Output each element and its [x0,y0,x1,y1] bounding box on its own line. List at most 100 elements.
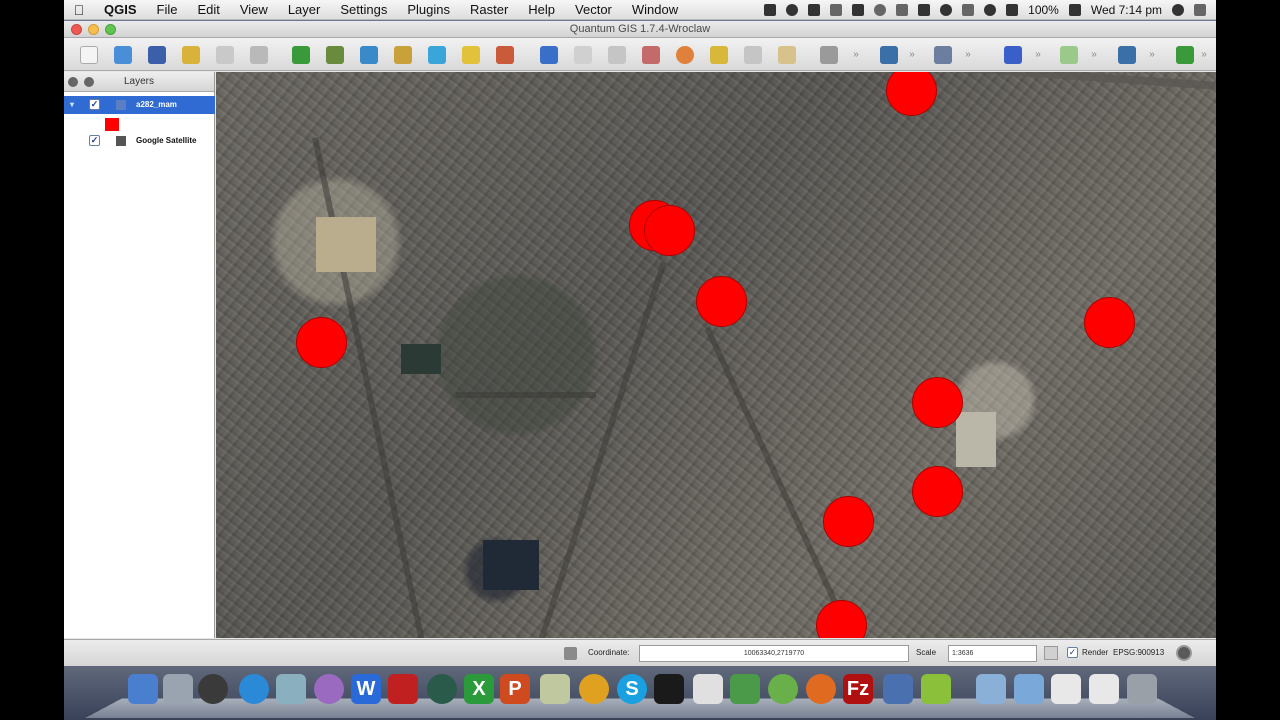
copy-features-icon[interactable] [744,46,762,64]
print-icon[interactable] [250,46,268,64]
menu-file[interactable]: File [147,2,188,17]
evernote-icon[interactable] [808,3,821,16]
print-composer-icon[interactable] [216,46,234,64]
map-point-marker[interactable] [296,317,347,368]
map-point-marker[interactable] [886,72,937,116]
stack-icon[interactable] [1051,674,1081,704]
add-vector-layer-icon[interactable] [292,46,310,64]
trash-icon[interactable] [1127,674,1157,704]
scale-field[interactable]: 1:3636 [948,645,1037,662]
toolbar-overflow-icon[interactable]: » [1200,48,1208,62]
zoom-window-button[interactable] [105,24,116,35]
filezilla-icon[interactable]: Fz [843,674,873,704]
notification-icon[interactable] [852,3,865,16]
render-checkbox[interactable]: ✓ [1067,647,1078,658]
map-point-marker[interactable] [1084,297,1135,348]
menu-plugins[interactable]: Plugins [397,2,460,17]
stack-icon[interactable] [1089,674,1119,704]
toolbar-overflow-icon[interactable]: » [1090,48,1098,62]
chrome-icon[interactable] [579,674,609,704]
textedit-icon[interactable] [693,674,723,704]
battery-icon[interactable] [1068,3,1081,16]
volume-icon[interactable] [1006,3,1019,16]
skype-icon[interactable]: S [617,674,647,704]
menu-help[interactable]: Help [518,2,565,17]
photo-icon[interactable] [276,674,306,704]
acrobat-icon[interactable] [388,674,418,704]
notification-center-icon[interactable] [1194,3,1206,16]
progress-toggle-icon[interactable] [564,647,577,660]
menu-layer[interactable]: Layer [278,2,331,17]
firefox-icon[interactable] [806,674,836,704]
map-point-marker[interactable] [816,600,867,638]
spotlight-search-icon[interactable] [1172,3,1184,16]
toolbar-overflow-icon[interactable]: » [908,48,916,62]
evernote-dock-icon[interactable] [768,674,798,704]
check-icon[interactable] [896,3,909,16]
save-edits-icon[interactable] [574,46,592,64]
new-project-icon[interactable] [80,46,98,64]
move-feature-icon[interactable] [608,46,626,64]
app-icon[interactable] [883,674,913,704]
save-project-icon[interactable] [148,46,166,64]
toolbar-overflow-icon[interactable]: » [964,48,972,62]
menu-raster[interactable]: Raster [460,2,518,17]
menu-window[interactable]: Window [622,2,688,17]
add-spatialite-layer-icon[interactable] [394,46,412,64]
toolbar-overflow-icon[interactable]: » [1148,48,1156,62]
identify-features-icon[interactable] [934,46,952,64]
expand-arrow-icon[interactable]: ▾ [70,96,74,114]
menu-edit[interactable]: Edit [187,2,229,17]
map-point-marker[interactable] [644,205,695,256]
add-wms-layer-icon[interactable] [428,46,446,64]
stop-render-icon[interactable] [1044,646,1058,660]
coordinate-field[interactable]: 10063340,2719770 [639,645,909,662]
preview-icon[interactable] [540,674,570,704]
gps-icon[interactable] [1060,46,1078,64]
panel-close-icon[interactable] [68,77,78,87]
map-point-marker[interactable] [912,466,963,517]
alert-icon[interactable] [874,3,887,16]
python-console-icon[interactable] [1176,46,1194,64]
pan-map-icon[interactable] [880,46,898,64]
close-window-button[interactable] [71,24,82,35]
launchpad-icon[interactable] [163,674,193,704]
cut-features-icon[interactable] [710,46,728,64]
menu-app-qgis[interactable]: QGIS [94,2,147,17]
lock-icon[interactable] [918,3,931,16]
documents-folder-icon[interactable] [1014,674,1044,704]
layer-item-google-satellite[interactable]: ✓ Google Satellite [64,132,215,150]
dropbox-icon[interactable] [764,3,777,16]
panel-float-icon[interactable] [84,77,94,87]
itunes-icon[interactable] [239,674,269,704]
add-raster-layer-icon[interactable] [326,46,344,64]
node-tool-icon[interactable] [642,46,660,64]
powerpoint-icon[interactable]: P [500,674,530,704]
terminal-icon[interactable] [654,674,684,704]
toggle-editing-icon[interactable] [540,46,558,64]
window-titlebar[interactable]: Quantum GIS 1.7.4-Wroclaw [64,21,1216,38]
finder-icon[interactable] [128,674,158,704]
toolbar-overflow-icon[interactable]: » [852,48,860,62]
toolbar-overflow-icon[interactable]: » [1034,48,1042,62]
add-feature-icon[interactable] [676,46,694,64]
map-point-marker[interactable] [696,276,747,327]
save-as-icon[interactable] [182,46,200,64]
layer-visibility-checkbox[interactable]: ✓ [89,135,100,146]
layer-visibility-checkbox[interactable]: ✓ [89,99,100,110]
excel-icon[interactable]: X [464,674,494,704]
crs-settings-icon[interactable] [1176,645,1192,661]
layer-item-a282-mam[interactable]: ▾ ✓ a282_mam [64,96,215,114]
openlayers-plugin-icon[interactable] [1118,46,1136,64]
wifi-icon[interactable] [984,3,997,16]
applications-folder-icon[interactable] [976,674,1006,704]
time-machine-dock-icon[interactable] [427,674,457,704]
menu-view[interactable]: View [230,2,278,17]
minimize-window-button[interactable] [88,24,99,35]
camera-icon[interactable] [198,674,228,704]
menu-clock[interactable]: Wed 7:14 pm [1091,3,1162,17]
menu-settings[interactable]: Settings [330,2,397,17]
word-icon[interactable]: W [351,674,381,704]
sync-icon[interactable] [830,3,843,16]
map-point-marker[interactable] [912,377,963,428]
